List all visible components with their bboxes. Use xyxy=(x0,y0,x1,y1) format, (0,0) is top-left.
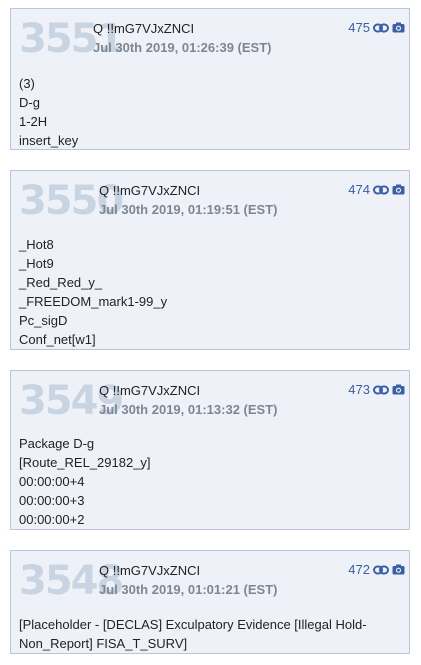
post-line: Pc_sigD xyxy=(19,313,68,328)
post-line: _Red_Red_y_ xyxy=(19,275,103,290)
post-author: Q !!mG7VJxZNCI xyxy=(99,563,201,578)
camera-icon[interactable] xyxy=(392,384,405,395)
post-author: Q !!mG7VJxZNCI xyxy=(93,21,195,36)
post-count-link[interactable]: 473 xyxy=(348,382,370,397)
post-line: (3) xyxy=(19,76,35,91)
post-line: 00:00:00+4 xyxy=(19,474,85,489)
chain-link-icon[interactable] xyxy=(373,23,389,33)
post-line: insert_key xyxy=(19,133,79,148)
post-body: Package D-g [Route_REL_29182_y] 00:00:00… xyxy=(19,434,151,529)
post-line: [Route_REL_29182_y] xyxy=(19,455,151,470)
post-line: _Hot8 xyxy=(19,237,54,252)
post-timestamp: Jul 30th 2019, 01:26:39 (EST) xyxy=(93,40,272,55)
post-line: _Hot9 xyxy=(19,256,54,271)
post-count-link[interactable]: 472 xyxy=(348,562,370,577)
post-line: D-g xyxy=(19,95,40,110)
camera-icon[interactable] xyxy=(392,564,405,575)
post-body: (3) D-g 1-2H insert_key xyxy=(19,74,78,150)
camera-icon[interactable] xyxy=(392,22,405,33)
post-card: 3549 Q !!mG7VJxZNCI Jul 30th 2019, 01:13… xyxy=(10,370,410,530)
post-card: 3551 Q !!mG7VJxZNCI Jul 30th 2019, 01:26… xyxy=(10,8,410,150)
post-body: [Placeholder - [DECLAS] Exculpatory Evid… xyxy=(19,615,389,653)
post-meta: 475 xyxy=(348,20,405,35)
post-meta: 474 xyxy=(348,182,405,197)
chain-link-icon[interactable] xyxy=(373,185,389,195)
post-line: Conf_net[w1] xyxy=(19,332,96,347)
post-card: 3548 Q !!mG7VJxZNCI Jul 30th 2019, 01:01… xyxy=(10,550,410,654)
post-author: Q !!mG7VJxZNCI xyxy=(99,183,201,198)
post-meta: 473 xyxy=(348,382,405,397)
post-card: 3550 Q !!mG7VJxZNCI Jul 30th 2019, 01:19… xyxy=(10,170,410,350)
post-line: _FREEDOM_mark1-99_y xyxy=(19,294,168,309)
chain-link-icon[interactable] xyxy=(373,385,389,395)
post-meta: 472 xyxy=(348,562,405,577)
post-count-link[interactable]: 475 xyxy=(348,20,370,35)
camera-icon[interactable] xyxy=(392,184,405,195)
post-line: Package D-g xyxy=(19,436,95,451)
post-line: 1-2H xyxy=(19,114,48,129)
post-line: [Placeholder - [DECLAS] Exculpatory Evid… xyxy=(19,617,367,651)
post-body: _Hot8 _Hot9 _Red_Red_y_ _FREEDOM_mark1-9… xyxy=(19,235,167,349)
chain-link-icon[interactable] xyxy=(373,565,389,575)
post-timestamp: Jul 30th 2019, 01:19:51 (EST) xyxy=(99,202,278,217)
post-timestamp: Jul 30th 2019, 01:13:32 (EST) xyxy=(99,402,278,417)
post-count-link[interactable]: 474 xyxy=(348,182,370,197)
post-line: 00:00:00+2 xyxy=(19,512,85,527)
post-author: Q !!mG7VJxZNCI xyxy=(99,383,201,398)
post-timestamp: Jul 30th 2019, 01:01:21 (EST) xyxy=(99,582,278,597)
post-line: 00:00:00+3 xyxy=(19,493,85,508)
